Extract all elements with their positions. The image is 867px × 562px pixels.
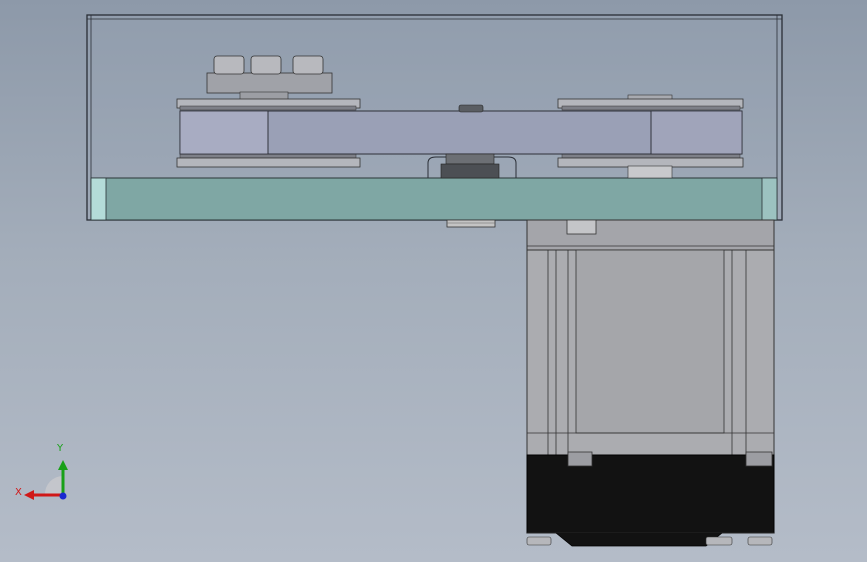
cad-graphics-viewport[interactable]: Y X (0, 0, 867, 562)
triad-plane-icon (44, 475, 63, 495)
assembly-model[interactable] (0, 0, 867, 562)
coordinate-triad[interactable]: Y X (10, 440, 80, 510)
coordinate-triad-icon (24, 460, 68, 500)
y-axis-label: Y (57, 443, 64, 454)
base-plate[interactable] (90, 177, 778, 221)
timing-belt[interactable] (179, 110, 743, 155)
x-axis-label: X (15, 487, 22, 498)
z-axis-dot-icon (59, 492, 67, 500)
stepper-motor[interactable] (526, 219, 775, 547)
bottom-screw-head (446, 219, 496, 228)
